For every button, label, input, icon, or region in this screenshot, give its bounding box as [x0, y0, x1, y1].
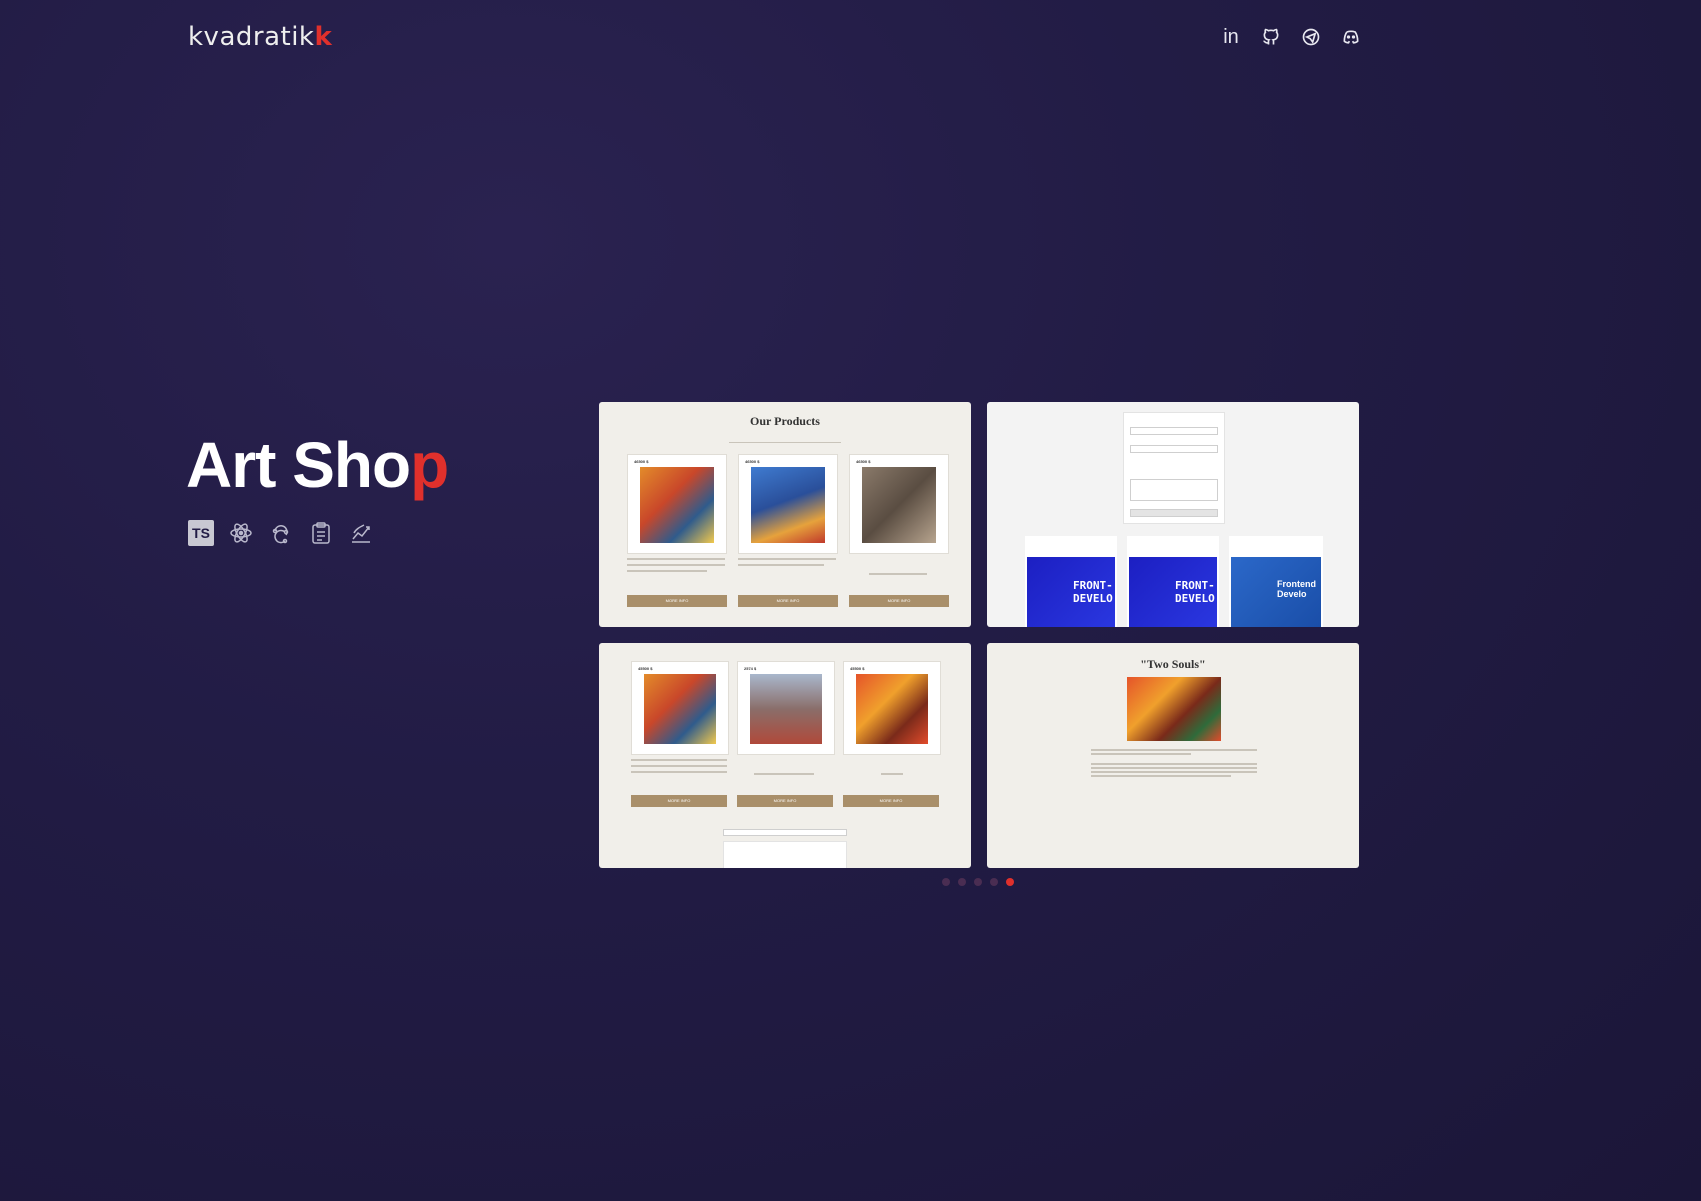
- description-line: [1091, 771, 1257, 773]
- artwork-title: "Two Souls": [1140, 657, 1206, 671]
- description-line: [738, 564, 824, 566]
- product-price: 2574 $: [744, 666, 757, 671]
- description-line: [627, 570, 707, 572]
- product-price: 45500 $: [850, 666, 865, 671]
- carousel-dot[interactable]: [942, 878, 950, 886]
- site-logo[interactable]: kvadratikk: [188, 22, 332, 52]
- course-thumbnail: FRONT- DEVELO: [1027, 557, 1115, 627]
- more-info-button[interactable]: MORE INFO: [738, 595, 838, 607]
- product-price: 46500 $: [634, 459, 649, 464]
- course-card: Frontend Develo: [1229, 536, 1323, 627]
- form-field: [1130, 427, 1218, 435]
- product-card: 46500 $: [738, 454, 838, 554]
- redux-icon: [268, 520, 294, 546]
- form-field: [1130, 445, 1218, 453]
- product-card: 46500 $: [849, 454, 949, 554]
- github-icon[interactable]: [1260, 26, 1282, 48]
- telegram-icon[interactable]: [1300, 26, 1322, 48]
- screenshot-gallery: Our Products 46500 $ 46500 $ 46500 $ MOR…: [599, 402, 1359, 868]
- product-price: 46500 $: [856, 459, 871, 464]
- product-card: 45500 $: [843, 661, 941, 755]
- artwork-image: [856, 674, 928, 744]
- screen-title: Our Products: [750, 414, 820, 428]
- screenshot-product-detail[interactable]: "Two Souls": [987, 643, 1359, 868]
- course-card: FRONT- DEVELO: [1127, 536, 1219, 627]
- more-info-button[interactable]: MORE INFO: [849, 595, 949, 607]
- screenshot-courses[interactable]: FRONT- DEVELO FRONT- DEVELO Frontend Dev…: [987, 402, 1359, 627]
- description-line: [627, 564, 725, 566]
- screenshot-products[interactable]: Our Products 46500 $ 46500 $ 46500 $ MOR…: [599, 402, 971, 627]
- carousel-dots: [942, 878, 1014, 886]
- discord-icon[interactable]: [1340, 26, 1362, 48]
- logo-text: kvadratik: [188, 22, 315, 52]
- description-line: [631, 759, 727, 761]
- carousel-dot[interactable]: [974, 878, 982, 886]
- artwork-image: [1127, 677, 1221, 741]
- description-line: [627, 558, 725, 560]
- form-submit: [1130, 509, 1218, 517]
- description-line: [1091, 775, 1231, 777]
- project-title-accent: p: [410, 429, 449, 501]
- description-line: [1091, 753, 1191, 755]
- description-line: [1091, 749, 1257, 751]
- chart-icon: [348, 520, 374, 546]
- filter-panel: [723, 841, 847, 868]
- social-links: in: [1220, 26, 1362, 48]
- product-price: 46500 $: [745, 459, 760, 464]
- course-card: FRONT- DEVELO: [1025, 536, 1117, 627]
- product-card: 45500 $: [631, 661, 729, 755]
- description-line: [631, 765, 727, 767]
- search-field: [723, 829, 847, 836]
- artwork-image: [750, 674, 822, 744]
- carousel-dot[interactable]: [958, 878, 966, 886]
- artwork-image: [640, 467, 714, 543]
- artwork-image: [644, 674, 716, 744]
- typescript-icon: TS: [188, 520, 214, 546]
- linkedin-icon[interactable]: in: [1220, 26, 1242, 48]
- more-info-button[interactable]: MORE INFO: [627, 595, 727, 607]
- pagination-line: [729, 442, 841, 443]
- course-thumbnail: Frontend Develo: [1231, 557, 1321, 627]
- form-textarea: [1130, 479, 1218, 501]
- react-icon: [228, 520, 254, 546]
- order-form: [1123, 412, 1225, 524]
- artwork-image: [862, 467, 936, 543]
- clipboard-icon: [308, 520, 334, 546]
- course-thumbnail: FRONT- DEVELO: [1129, 557, 1217, 627]
- carousel-dot-active[interactable]: [1006, 878, 1014, 886]
- description-line: [631, 771, 727, 773]
- carousel-dot[interactable]: [990, 878, 998, 886]
- description-line: [738, 558, 836, 560]
- product-price: 45500 $: [638, 666, 653, 671]
- more-info-button[interactable]: MORE INFO: [631, 795, 727, 807]
- logo-accent: k: [314, 22, 333, 52]
- product-card: 2574 $: [737, 661, 835, 755]
- description-line: [754, 773, 814, 775]
- description-line: [1091, 767, 1257, 769]
- description-line: [1091, 763, 1257, 765]
- product-card: 46500 $: [627, 454, 727, 554]
- project-title-main: Art Sho: [186, 429, 411, 501]
- tech-stack: TS: [188, 520, 374, 546]
- artwork-image: [751, 467, 825, 543]
- more-info-button[interactable]: MORE INFO: [737, 795, 833, 807]
- description-line: [881, 773, 903, 775]
- description-line: [869, 573, 927, 575]
- more-info-button[interactable]: MORE INFO: [843, 795, 939, 807]
- screenshot-catalog[interactable]: 45500 $ 2574 $ 45500 $ MORE INFO MORE IN…: [599, 643, 971, 868]
- project-title: Art Shop: [186, 428, 449, 502]
